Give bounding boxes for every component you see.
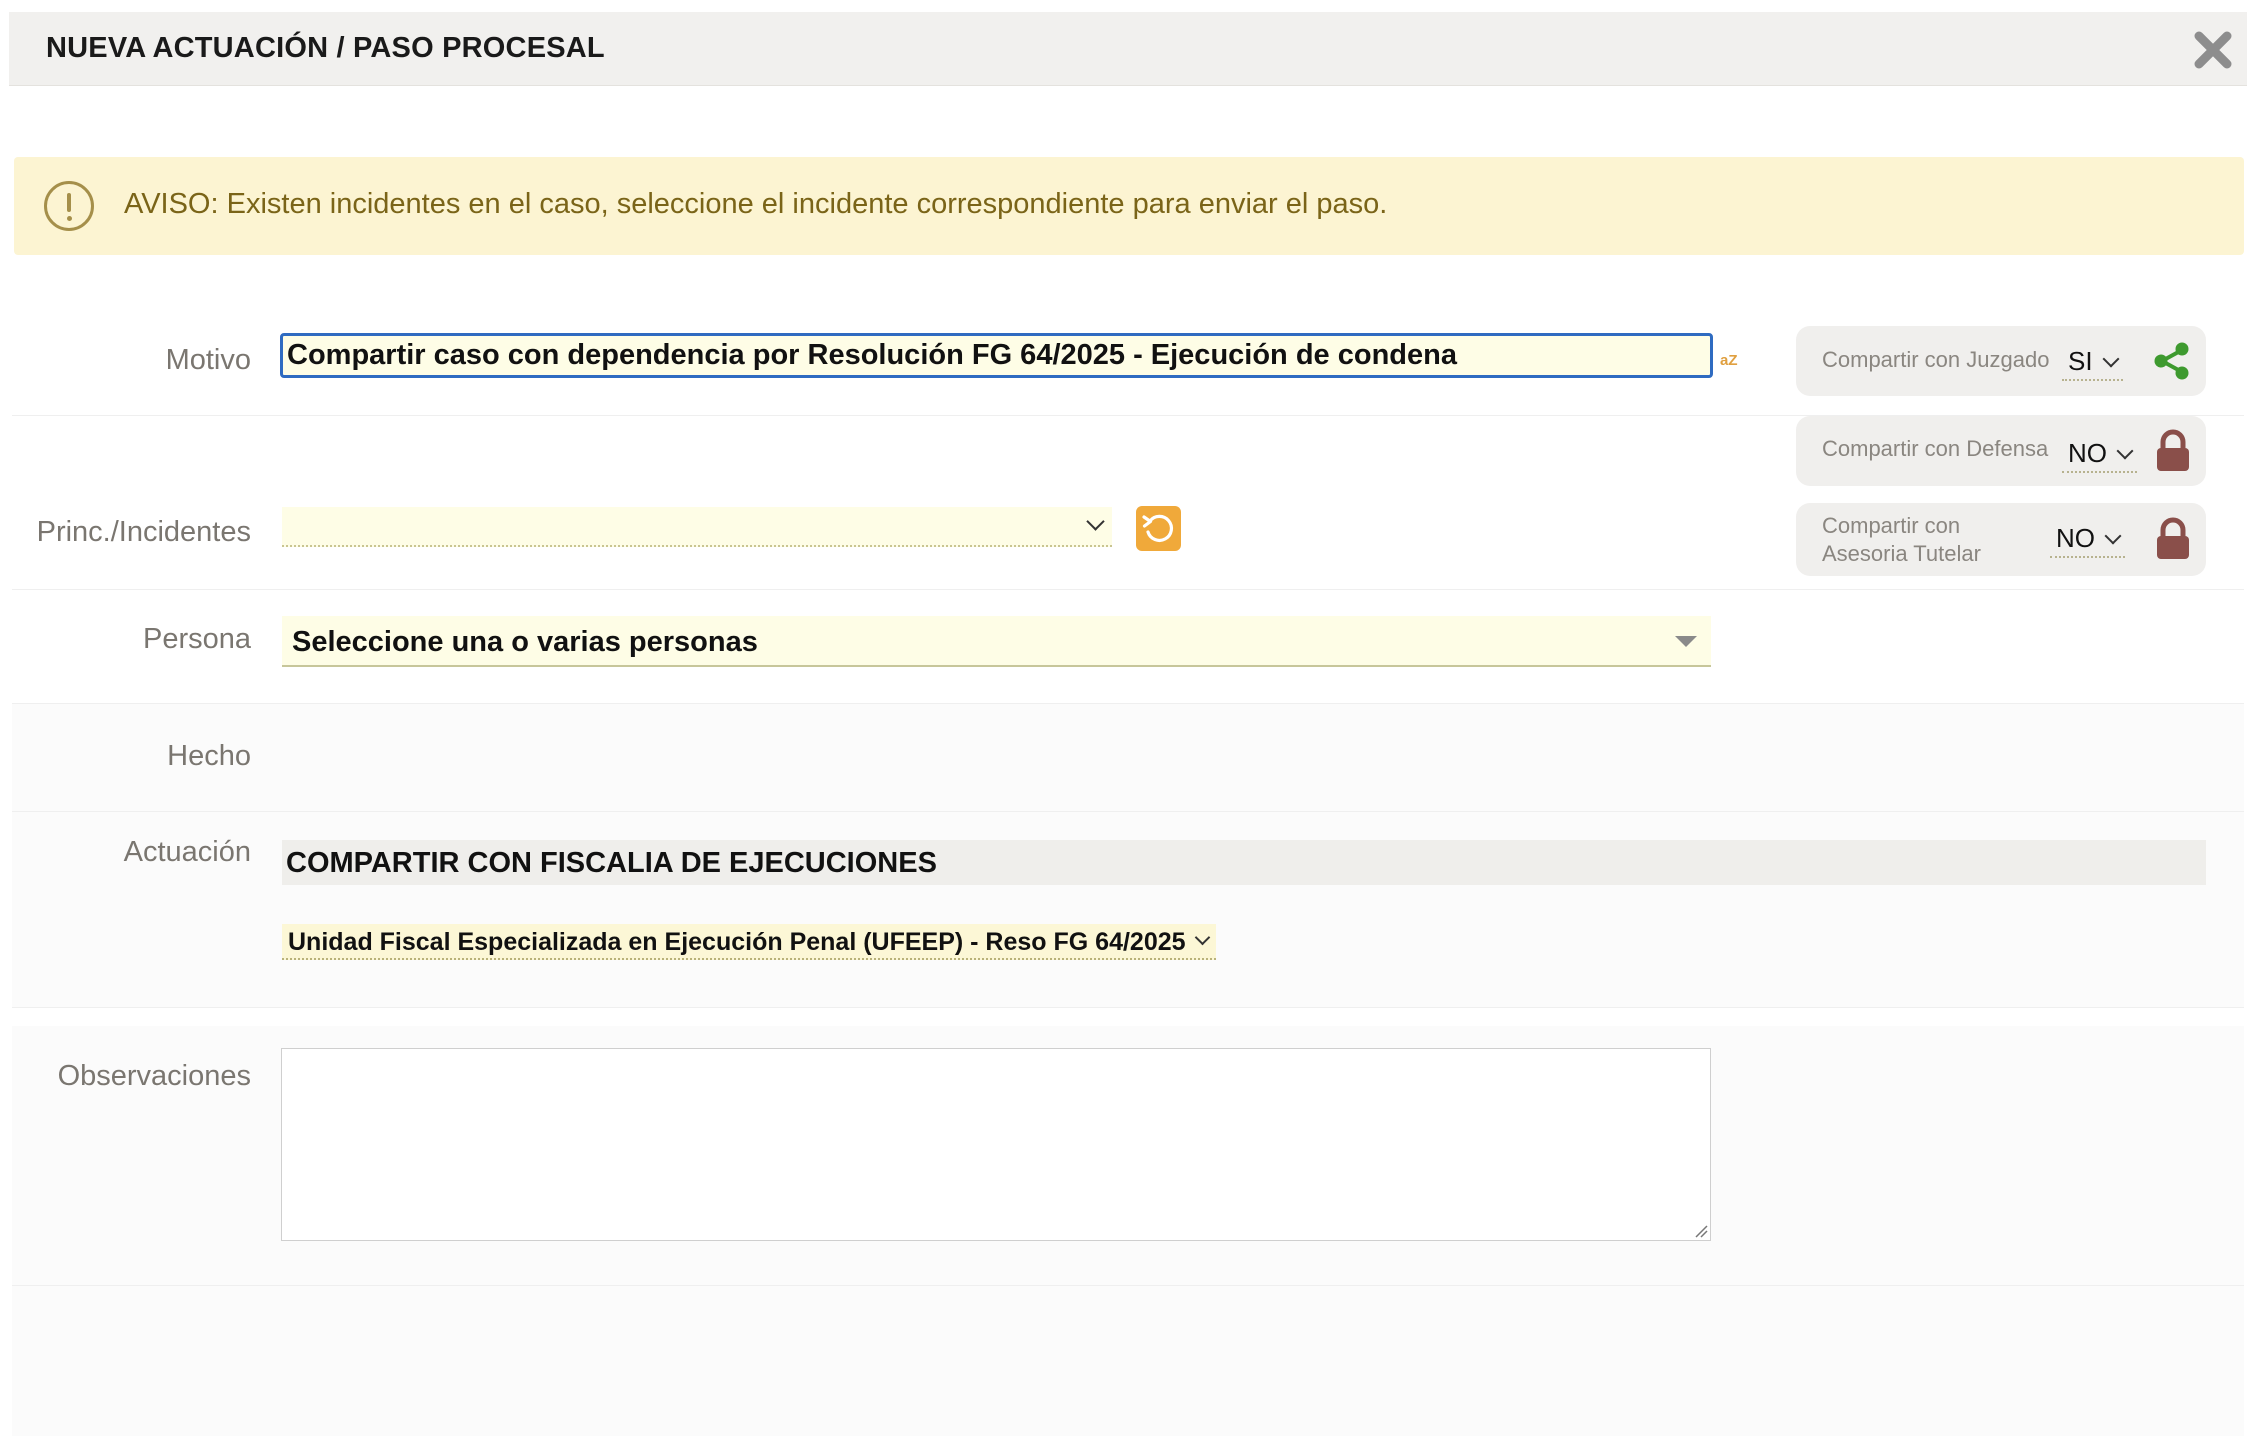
share-juzgado-select[interactable]: SI — [2062, 346, 2123, 381]
share-defensa-label: Compartir con Defensa — [1822, 436, 2049, 461]
resize-handle-icon[interactable] — [1692, 1222, 1708, 1238]
dialog-title: NUEVA ACTUACIÓN / PASO PROCESAL — [46, 32, 605, 64]
refresh-icon — [1142, 514, 1174, 542]
chevron-down-icon — [2104, 527, 2122, 545]
exclamation-circle-icon — [44, 181, 94, 231]
incidentes-select[interactable] — [282, 507, 1112, 547]
caret-down-icon — [1675, 636, 1697, 647]
chevron-down-icon — [1086, 512, 1105, 531]
footer-area — [12, 1286, 2244, 1436]
hecho-label: Hecho — [167, 740, 251, 772]
share-asesoria-select[interactable]: NO — [2050, 523, 2125, 558]
share-defensa-value: NO — [2068, 438, 2107, 468]
persona-placeholder: Seleccione una o varias personas — [292, 626, 758, 658]
share-asesoria-value: NO — [2056, 523, 2095, 553]
sort-az-icon[interactable]: aZ — [1720, 352, 1738, 369]
lock-icon — [2154, 517, 2192, 566]
observaciones-label: Observaciones — [57, 1060, 251, 1092]
unidad-fiscal-select[interactable]: Unidad Fiscal Especializada en Ejecución… — [282, 924, 1216, 960]
share-asesoria-panel: Compartir con Asesoria Tutelar NO — [1796, 503, 2206, 576]
warning-text: AVISO: Existen incidentes en el caso, se… — [124, 188, 1388, 220]
actuacion-field: COMPARTIR CON FISCALIA DE EJECUCIONES — [282, 840, 2206, 885]
motivo-input[interactable] — [280, 333, 1713, 378]
actuacion-value: COMPARTIR CON FISCALIA DE EJECUCIONES — [286, 847, 937, 879]
warning-banner: AVISO: Existen incidentes en el caso, se… — [14, 157, 2244, 255]
share-asesoria-label: Compartir con Asesoria Tutelar — [1822, 512, 1981, 568]
observaciones-textarea[interactable] — [281, 1048, 1711, 1241]
chevron-down-icon — [2116, 442, 2134, 460]
actuacion-label: Actuación — [123, 836, 251, 868]
dialog-header: NUEVA ACTUACIÓN / PASO PROCESAL — [9, 12, 2247, 86]
share-asesoria-label-line1: Compartir con — [1822, 513, 1961, 538]
share-defensa-panel: Compartir con Defensa NO — [1796, 416, 2206, 486]
chevron-down-icon — [2102, 350, 2120, 368]
share-juzgado-value: SI — [2068, 346, 2093, 376]
motivo-label: Motivo — [165, 344, 251, 376]
unidad-fiscal-value: Unidad Fiscal Especializada en Ejecución… — [288, 928, 1186, 956]
persona-select[interactable]: Seleccione una o varias personas — [282, 616, 1711, 667]
share-defensa-select[interactable]: NO — [2062, 438, 2137, 473]
hecho-row: Hecho — [12, 704, 2244, 812]
chevron-down-icon — [1194, 929, 1210, 946]
lock-icon — [2154, 429, 2192, 478]
share-juzgado-panel: Compartir con Juzgado SI — [1796, 326, 2206, 396]
persona-label: Persona — [142, 623, 251, 655]
share-asesoria-label-line2: Asesoria Tutelar — [1822, 541, 1981, 566]
share-juzgado-label: Compartir con Juzgado — [1822, 347, 2050, 372]
close-icon[interactable] — [2191, 28, 2235, 72]
incidentes-label: Princ./Incidentes — [36, 516, 251, 548]
share-icon[interactable] — [2152, 341, 2192, 386]
refresh-button[interactable] — [1136, 506, 1181, 551]
